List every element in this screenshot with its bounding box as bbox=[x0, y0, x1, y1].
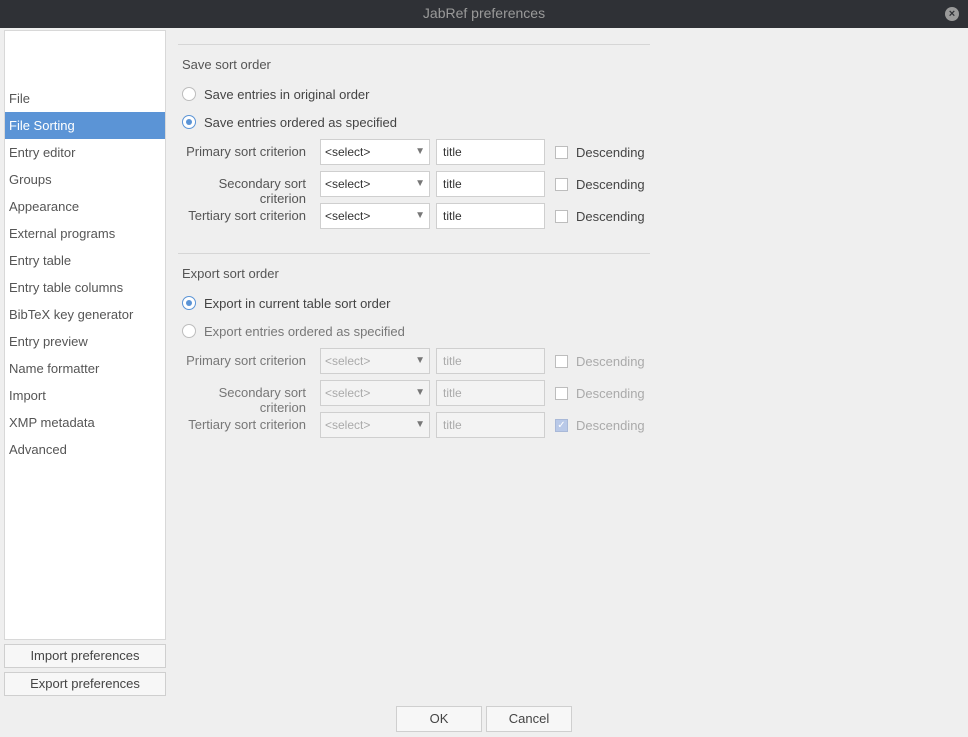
sidebar-item-name-formatter[interactable]: Name formatter bbox=[5, 355, 165, 382]
save-original-order-option[interactable]: Save entries in original order bbox=[182, 84, 369, 104]
chevron-down-icon[interactable]: ▼ bbox=[415, 381, 425, 405]
radio-label: Export entries ordered as specified bbox=[204, 323, 405, 339]
combo-value: <select> bbox=[325, 354, 371, 368]
preferences-window: JabRef preferences × File File Sorting E… bbox=[0, 0, 968, 737]
export-group-separator bbox=[178, 253, 650, 254]
chevron-down-icon[interactable]: ▼ bbox=[415, 204, 425, 228]
checkbox[interactable] bbox=[555, 386, 568, 400]
radio-button-selected[interactable] bbox=[182, 115, 196, 129]
checkbox-label: Descending bbox=[576, 208, 645, 224]
combo-value: <select> bbox=[325, 386, 371, 400]
sidebar-item-file[interactable]: File bbox=[5, 85, 165, 112]
combo-value: <select> bbox=[325, 209, 371, 223]
sidebar-item-appearance[interactable]: Appearance bbox=[5, 193, 165, 220]
sidebar-item-entry-editor[interactable]: Entry editor bbox=[5, 139, 165, 166]
cancel-button[interactable]: Cancel bbox=[486, 706, 572, 732]
save-group-separator bbox=[178, 44, 650, 45]
save-primary-combo[interactable]: <select> ▼ bbox=[320, 139, 430, 165]
title-bar: JabRef preferences × bbox=[0, 0, 968, 28]
combo-value: <select> bbox=[325, 145, 371, 159]
window-title: JabRef preferences bbox=[422, 5, 546, 21]
checkbox[interactable] bbox=[555, 145, 568, 159]
checkbox[interactable] bbox=[555, 209, 568, 223]
save-primary-field[interactable]: title bbox=[436, 139, 545, 165]
save-secondary-descending[interactable]: Descending bbox=[555, 174, 645, 194]
sidebar-item-entry-preview[interactable]: Entry preview bbox=[5, 328, 165, 355]
checkbox-label: Descending bbox=[576, 385, 645, 401]
combo-value: <select> bbox=[325, 418, 371, 432]
checkbox-label: Descending bbox=[576, 353, 645, 369]
checkbox[interactable] bbox=[555, 177, 568, 191]
export-tertiary-field[interactable]: title bbox=[436, 412, 545, 438]
ok-button[interactable]: OK bbox=[396, 706, 482, 732]
checkbox-label: Descending bbox=[576, 144, 645, 160]
export-specified-order-option[interactable]: Export entries ordered as specified bbox=[182, 321, 405, 341]
save-tertiary-combo[interactable]: <select> ▼ bbox=[320, 203, 430, 229]
chevron-down-icon[interactable]: ▼ bbox=[415, 413, 425, 437]
sidebar-item-bibtex-key-generator[interactable]: BibTeX key generator bbox=[5, 301, 165, 328]
chevron-down-icon[interactable]: ▼ bbox=[415, 349, 425, 373]
sidebar-item-groups[interactable]: Groups bbox=[5, 166, 165, 193]
export-secondary-descending[interactable]: Descending bbox=[555, 383, 645, 403]
export-tertiary-combo[interactable]: <select> ▼ bbox=[320, 412, 430, 438]
save-primary-descending[interactable]: Descending bbox=[555, 142, 645, 162]
export-tertiary-label: Tertiary sort criterion bbox=[188, 417, 306, 432]
radio-label: Export in current table sort order bbox=[204, 295, 391, 311]
checkbox-checked[interactable] bbox=[555, 418, 568, 432]
chevron-down-icon[interactable]: ▼ bbox=[415, 172, 425, 196]
save-group-title: Save sort order bbox=[180, 57, 273, 72]
export-preferences-button[interactable]: Export preferences bbox=[4, 672, 166, 696]
sidebar-item-import[interactable]: Import bbox=[5, 382, 165, 409]
close-icon[interactable]: × bbox=[945, 7, 959, 21]
export-primary-label: Primary sort criterion bbox=[186, 353, 306, 368]
save-specified-order-option[interactable]: Save entries ordered as specified bbox=[182, 112, 397, 132]
checkbox-label: Descending bbox=[576, 176, 645, 192]
export-secondary-combo[interactable]: <select> ▼ bbox=[320, 380, 430, 406]
import-preferences-button[interactable]: Import preferences bbox=[4, 644, 166, 668]
save-secondary-combo[interactable]: <select> ▼ bbox=[320, 171, 430, 197]
checkbox[interactable] bbox=[555, 354, 568, 368]
radio-button-selected[interactable] bbox=[182, 296, 196, 310]
sidebar-item-entry-table[interactable]: Entry table bbox=[5, 247, 165, 274]
sidebar-item-external-programs[interactable]: External programs bbox=[5, 220, 165, 247]
export-group-title: Export sort order bbox=[180, 266, 281, 281]
sidebar-item-entry-table-columns[interactable]: Entry table columns bbox=[5, 274, 165, 301]
combo-value: <select> bbox=[325, 177, 371, 191]
sidebar-item-advanced[interactable]: Advanced bbox=[5, 436, 165, 463]
checkbox-label: Descending bbox=[576, 417, 645, 433]
export-primary-field[interactable]: title bbox=[436, 348, 545, 374]
export-primary-combo[interactable]: <select> ▼ bbox=[320, 348, 430, 374]
sidebar-item-xmp-metadata[interactable]: XMP metadata bbox=[5, 409, 165, 436]
save-secondary-field[interactable]: title bbox=[436, 171, 545, 197]
dialog-content: File File Sorting Entry editor Groups Ap… bbox=[0, 28, 968, 737]
save-secondary-label: Secondary sort criterion bbox=[218, 176, 306, 206]
radio-label: Save entries in original order bbox=[204, 86, 370, 102]
radio-label: Save entries ordered as specified bbox=[204, 114, 397, 130]
export-tertiary-descending[interactable]: Descending bbox=[555, 415, 645, 435]
save-tertiary-label: Tertiary sort criterion bbox=[188, 208, 306, 223]
save-tertiary-descending[interactable]: Descending bbox=[555, 206, 645, 226]
save-primary-label: Primary sort criterion bbox=[186, 144, 306, 159]
export-secondary-field[interactable]: title bbox=[436, 380, 545, 406]
radio-button[interactable] bbox=[182, 87, 196, 101]
chevron-down-icon[interactable]: ▼ bbox=[415, 140, 425, 164]
radio-button[interactable] bbox=[182, 324, 196, 338]
preferences-list[interactable]: File File Sorting Entry editor Groups Ap… bbox=[4, 30, 166, 640]
export-primary-descending[interactable]: Descending bbox=[555, 351, 645, 371]
export-table-order-option[interactable]: Export in current table sort order bbox=[182, 293, 390, 313]
sidebar-item-file-sorting[interactable]: File Sorting bbox=[5, 112, 165, 139]
export-secondary-label: Secondary sort criterion bbox=[218, 385, 306, 415]
save-tertiary-field[interactable]: title bbox=[436, 203, 545, 229]
